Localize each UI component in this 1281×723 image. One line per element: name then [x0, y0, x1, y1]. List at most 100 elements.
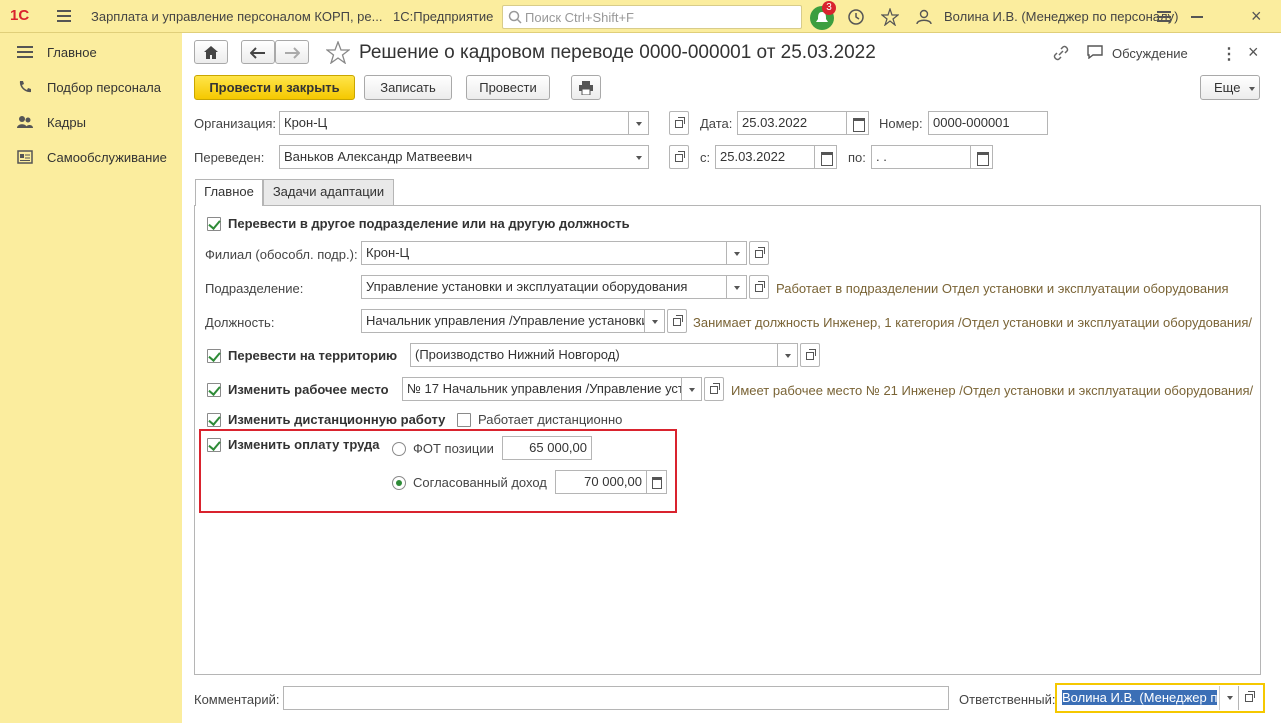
- home-button[interactable]: [194, 40, 228, 64]
- minimize-icon[interactable]: [1191, 16, 1203, 18]
- date-label: Дата:: [700, 116, 733, 131]
- document-form: Решение о кадровом переводе 0000-000001 …: [182, 33, 1281, 723]
- workplace-open-icon[interactable]: [704, 377, 724, 401]
- user-name[interactable]: Волина И.В. (Менеджер по персоналу): [944, 9, 1178, 24]
- territory-label: Перевести на территорию: [228, 348, 398, 363]
- star-icon[interactable]: [881, 8, 899, 26]
- position-open-icon[interactable]: [667, 309, 687, 333]
- organization-field[interactable]: Крон-Ц: [279, 111, 629, 135]
- workplace-label: Изменить рабочее место: [228, 382, 389, 397]
- platform-title: 1С:Предприятие: [393, 9, 494, 24]
- tab-adaptation-tasks[interactable]: Задачи адаптации: [263, 179, 394, 205]
- agreed-income-radio[interactable]: [392, 476, 406, 490]
- discussion-icon[interactable]: [1087, 45, 1103, 59]
- to-date-field[interactable]: . .: [871, 145, 971, 169]
- phone-icon: [19, 81, 31, 93]
- territory-field[interactable]: (Производство Нижний Новгород): [410, 343, 778, 367]
- sidebar-item-main[interactable]: Главное: [0, 36, 182, 66]
- territory-dropdown[interactable]: [778, 343, 798, 367]
- more-menu-button[interactable]: Еще: [1200, 75, 1260, 100]
- more-actions-icon[interactable]: ⋮: [1221, 44, 1237, 64]
- workplace-field[interactable]: № 17 Начальник управления /Управление ус…: [402, 377, 682, 401]
- notifications-button[interactable]: 3: [810, 1, 836, 30]
- more-menu-label: Еще: [1214, 80, 1241, 95]
- search-input[interactable]: Поиск Ctrl+Shift+F: [502, 5, 802, 29]
- position-dropdown[interactable]: [645, 309, 665, 333]
- responsible-field[interactable]: Волина И.В. (Менеджер п: [1060, 686, 1220, 710]
- branch-dropdown[interactable]: [727, 241, 747, 265]
- logo: 1С: [10, 7, 30, 24]
- from-date-field[interactable]: 25.03.2022: [715, 145, 815, 169]
- department-label: Подразделение:: [205, 281, 304, 296]
- from-date-calendar-icon[interactable]: [815, 145, 837, 169]
- main-menu-icon[interactable]: [57, 10, 71, 22]
- sidebar: Главное Подбор персонала Кадры Самообслу…: [0, 33, 182, 723]
- sidebar-item-label: Кадры: [47, 115, 86, 130]
- link-icon[interactable]: [1053, 45, 1069, 61]
- fot-radio[interactable]: [392, 442, 406, 456]
- print-button[interactable]: [571, 75, 601, 100]
- organization-dropdown[interactable]: [629, 111, 649, 135]
- organization-open-icon[interactable]: [669, 111, 689, 135]
- employee-dropdown[interactable]: [629, 145, 649, 169]
- agreed-income-field[interactable]: 70 000,00: [555, 470, 647, 494]
- number-field[interactable]: 0000-000001: [928, 111, 1048, 135]
- pay-change-label: Изменить оплату труда: [228, 437, 380, 452]
- notifications-badge: 3: [822, 1, 836, 15]
- date-field[interactable]: 25.03.2022: [737, 111, 847, 135]
- agreed-income-label: Согласованный доход: [413, 475, 547, 490]
- position-field[interactable]: Начальник управления /Управление установ…: [361, 309, 645, 333]
- fot-field[interactable]: 65 000,00: [502, 436, 592, 460]
- department-field[interactable]: Управление установки и эксплуатации обор…: [361, 275, 727, 299]
- employee-open-icon[interactable]: [669, 145, 689, 169]
- page-title: Решение о кадровом переводе 0000-000001 …: [359, 42, 876, 63]
- favorite-star-icon[interactable]: [326, 41, 350, 64]
- branch-open-icon[interactable]: [749, 241, 769, 265]
- date-calendar-icon[interactable]: [847, 111, 869, 135]
- back-button[interactable]: [241, 40, 275, 64]
- post-button[interactable]: Провести: [466, 75, 550, 100]
- responsible-open-icon[interactable]: [1240, 686, 1260, 710]
- department-open-icon[interactable]: [749, 275, 769, 299]
- territory-checkbox[interactable]: [207, 349, 221, 363]
- sidebar-item-selfservice[interactable]: Самообслуживание: [0, 141, 182, 171]
- tab-main[interactable]: Главное: [195, 179, 263, 206]
- arrow-left-icon: [249, 47, 265, 59]
- transfer-dept-label: Перевести в другое подразделение или на …: [228, 216, 630, 231]
- pay-change-checkbox[interactable]: [207, 438, 221, 452]
- department-hint: Работает в подразделении Отдел установки…: [776, 281, 1229, 296]
- comment-field[interactable]: [283, 686, 949, 710]
- workplace-dropdown[interactable]: [682, 377, 702, 401]
- settings-menu-icon[interactable]: [1157, 11, 1171, 22]
- remote-work-checkbox[interactable]: [207, 413, 221, 427]
- sidebar-item-personnel[interactable]: Кадры: [0, 106, 182, 136]
- to-date-calendar-icon[interactable]: [971, 145, 993, 169]
- transfer-dept-checkbox[interactable]: [207, 217, 221, 231]
- employee-field[interactable]: Ваньков Александр Матвеевич: [279, 145, 649, 169]
- territory-open-icon[interactable]: [800, 343, 820, 367]
- branch-field[interactable]: Крон-Ц: [361, 241, 727, 265]
- from-date-label: с:: [700, 150, 711, 165]
- sidebar-item-recruitment[interactable]: Подбор персонала: [0, 71, 182, 101]
- app-title: Зарплата и управление персоналом КОРП, р…: [91, 9, 383, 24]
- post-and-close-button[interactable]: Провести и закрыть: [194, 75, 355, 100]
- works-remotely-checkbox[interactable]: [457, 413, 471, 427]
- save-button[interactable]: Записать: [364, 75, 452, 100]
- discussion-link[interactable]: Обсуждение: [1112, 46, 1188, 61]
- chevron-down-icon: [1249, 87, 1255, 91]
- position-label: Должность:: [205, 315, 275, 330]
- department-dropdown[interactable]: [727, 275, 747, 299]
- history-icon[interactable]: [847, 8, 865, 26]
- sidebar-item-label: Самообслуживание: [47, 150, 167, 165]
- responsible-dropdown[interactable]: [1219, 686, 1239, 710]
- remote-work-label: Изменить дистанционную работу: [228, 412, 446, 427]
- close-window-icon[interactable]: ×: [1251, 6, 1262, 27]
- number-label: Номер:: [879, 116, 923, 131]
- workplace-checkbox[interactable]: [207, 383, 221, 397]
- workplace-hint: Имеет рабочее место № 21 Инженер /Отдел …: [731, 383, 1254, 398]
- calculator-icon[interactable]: [647, 470, 667, 494]
- close-form-icon[interactable]: ×: [1248, 42, 1259, 63]
- forward-button[interactable]: [275, 40, 309, 64]
- search-icon: [508, 10, 522, 24]
- user-icon: [916, 9, 932, 25]
